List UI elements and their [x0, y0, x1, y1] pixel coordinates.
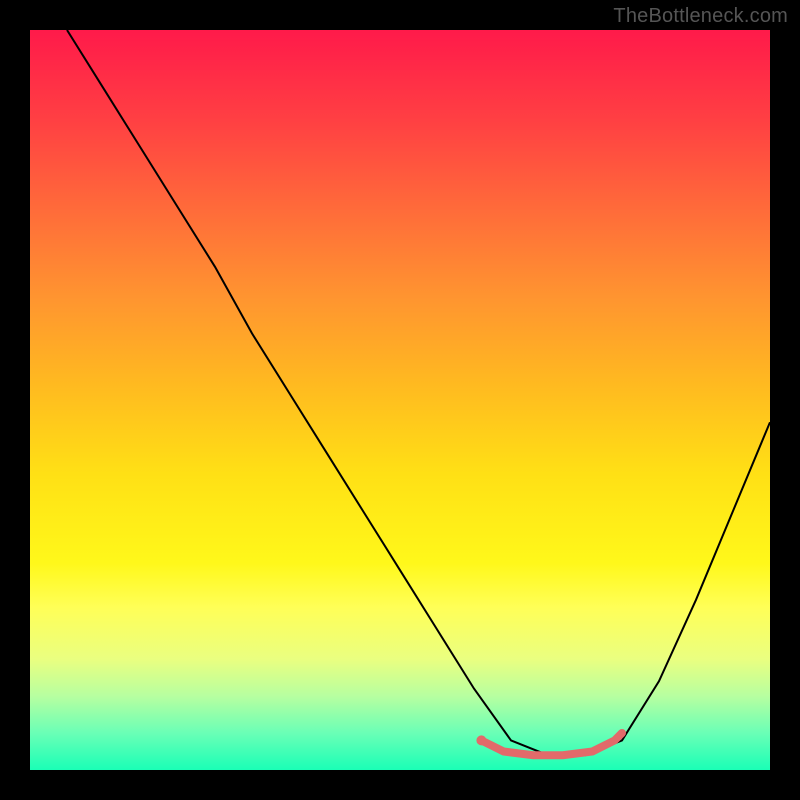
optimal-start-dot: [476, 735, 486, 745]
watermark-text: TheBottleneck.com: [613, 5, 788, 28]
curve-svg: [30, 30, 770, 770]
chart-frame: TheBottleneck.com: [0, 0, 800, 800]
optimal-range-highlight: [481, 733, 622, 755]
plot-area: [30, 30, 770, 770]
bottleneck-curve: [67, 30, 770, 755]
